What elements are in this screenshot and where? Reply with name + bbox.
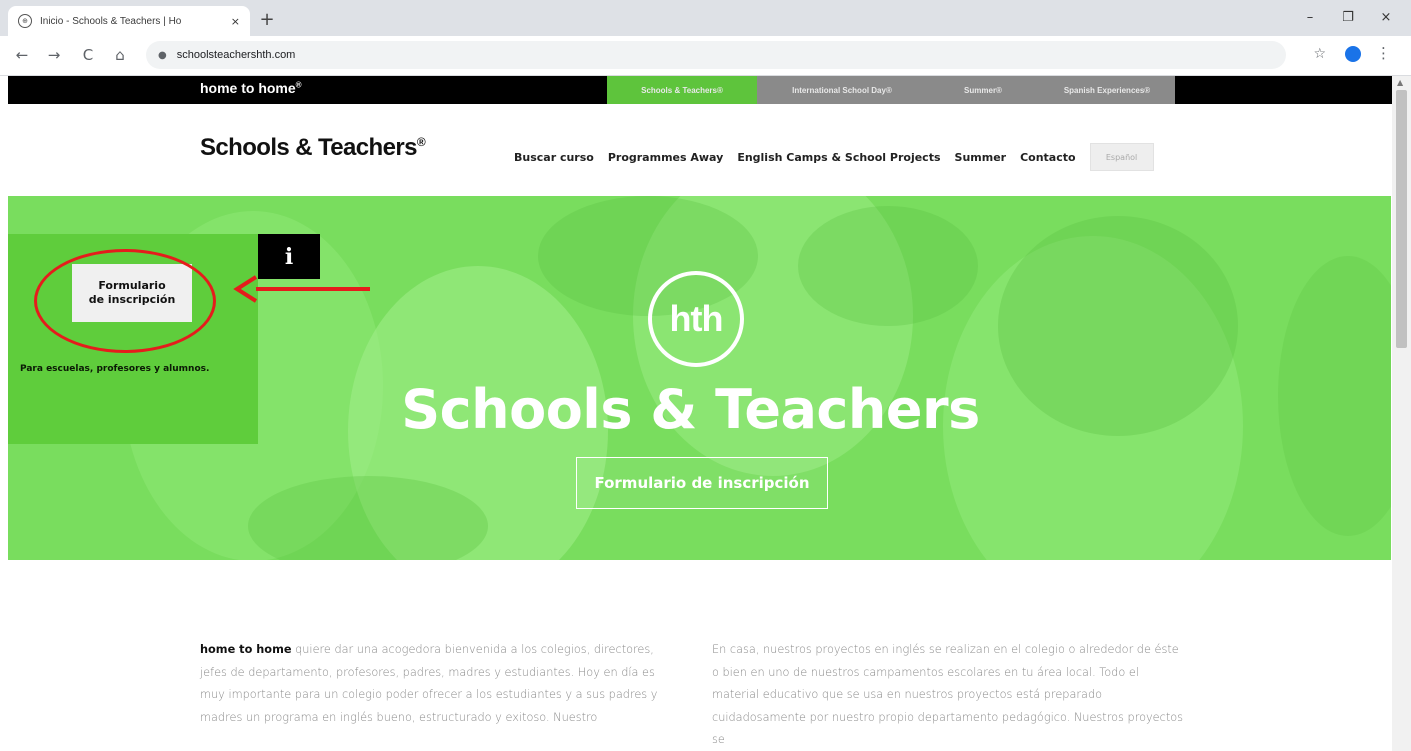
bookmark-star-icon[interactable]: ☆	[1313, 46, 1326, 62]
new-tab-button[interactable]: +	[256, 8, 278, 30]
nav-item-2[interactable]: English Camps & School Projects	[737, 151, 940, 164]
annotation-circle	[34, 249, 216, 353]
nav-item-3[interactable]: Summer	[955, 151, 1007, 164]
network-tab-2[interactable]: Summer®	[927, 76, 1039, 104]
intro-column-right: En casa, nuestros proyectos en inglés se…	[712, 643, 1184, 746]
restore-button[interactable]: ❐	[1329, 4, 1367, 30]
hth-logo-icon: hth	[648, 271, 744, 367]
close-window-button[interactable]: ×	[1367, 4, 1405, 30]
minimize-button[interactable]: –	[1291, 4, 1329, 30]
intro-column-left: home to home quiere dar una acogedora bi…	[200, 639, 676, 729]
info-toggle-icon[interactable]: i	[258, 234, 320, 279]
browser-tab-strip: ⊕ Inicio - Schools & Teachers | Ho × + –…	[0, 0, 1411, 36]
site-logo-text: Schools & Teachers	[200, 134, 417, 161]
reload-icon[interactable]: C	[78, 46, 98, 64]
intro-lead: home to home	[200, 643, 292, 656]
site-logo[interactable]: Schools & Teachers®	[200, 134, 426, 162]
network-tab-1[interactable]: International School Day®	[757, 76, 927, 104]
language-select[interactable]: Español	[1089, 143, 1154, 171]
address-bar: ← → C ⌂ ● schoolsteachershth.com ☆ ⋮	[0, 36, 1411, 76]
url-text: schoolsteachershth.com	[176, 49, 296, 61]
brand-text: home to home	[200, 80, 296, 96]
browser-tab[interactable]: ⊕ Inicio - Schools & Teachers | Ho ×	[8, 6, 250, 36]
tab-close-icon[interactable]: ×	[231, 15, 240, 28]
profile-avatar-icon[interactable]	[1345, 46, 1361, 62]
network-tab-0[interactable]: Schools & Teachers®	[607, 76, 757, 104]
site-logo-mark: ®	[416, 135, 426, 149]
info-icon[interactable]: ●	[158, 50, 167, 61]
hero-registration-button[interactable]: Formulario de inscripción	[576, 457, 828, 509]
browser-menu-icon[interactable]: ⋮	[1376, 44, 1391, 62]
back-arrow-icon[interactable]: ←	[12, 46, 32, 64]
scroll-up-icon[interactable]: ▲	[1397, 78, 1403, 87]
hth-favicon-icon: ⊕	[18, 14, 32, 28]
scrollbar-thumb[interactable]	[1396, 90, 1407, 348]
url-field[interactable]: ● schoolsteachershth.com	[146, 41, 1286, 69]
nav-item-1[interactable]: Programmes Away	[608, 151, 723, 164]
home-to-home-brand[interactable]: home to home®	[200, 80, 302, 96]
page-scrollbar[interactable]: ▲	[1392, 76, 1411, 751]
network-tabs: Schools & Teachers® International School …	[607, 76, 1175, 104]
main-navigation: Buscar curso Programmes Away English Camps…	[514, 143, 1154, 171]
side-promo-text: Para escuelas, profesores y alumnos.	[20, 364, 210, 374]
forward-arrow-icon[interactable]: →	[44, 46, 64, 64]
nav-item-4[interactable]: Contacto	[1020, 151, 1075, 164]
tab-title: Inicio - Schools & Teachers | Ho	[40, 15, 182, 27]
network-tab-3[interactable]: Spanish Experiences®	[1039, 76, 1175, 104]
nav-item-0[interactable]: Buscar curso	[514, 151, 594, 164]
brand-mark: ®	[295, 80, 302, 90]
network-bar: home to home® Schools & Teachers® Interna…	[8, 76, 1392, 104]
window-controls: – ❐ ×	[1291, 4, 1405, 30]
annotation-arrow-icon	[233, 275, 370, 303]
home-icon[interactable]: ⌂	[110, 46, 130, 64]
page-viewport: home to home® Schools & Teachers® Interna…	[0, 76, 1392, 751]
